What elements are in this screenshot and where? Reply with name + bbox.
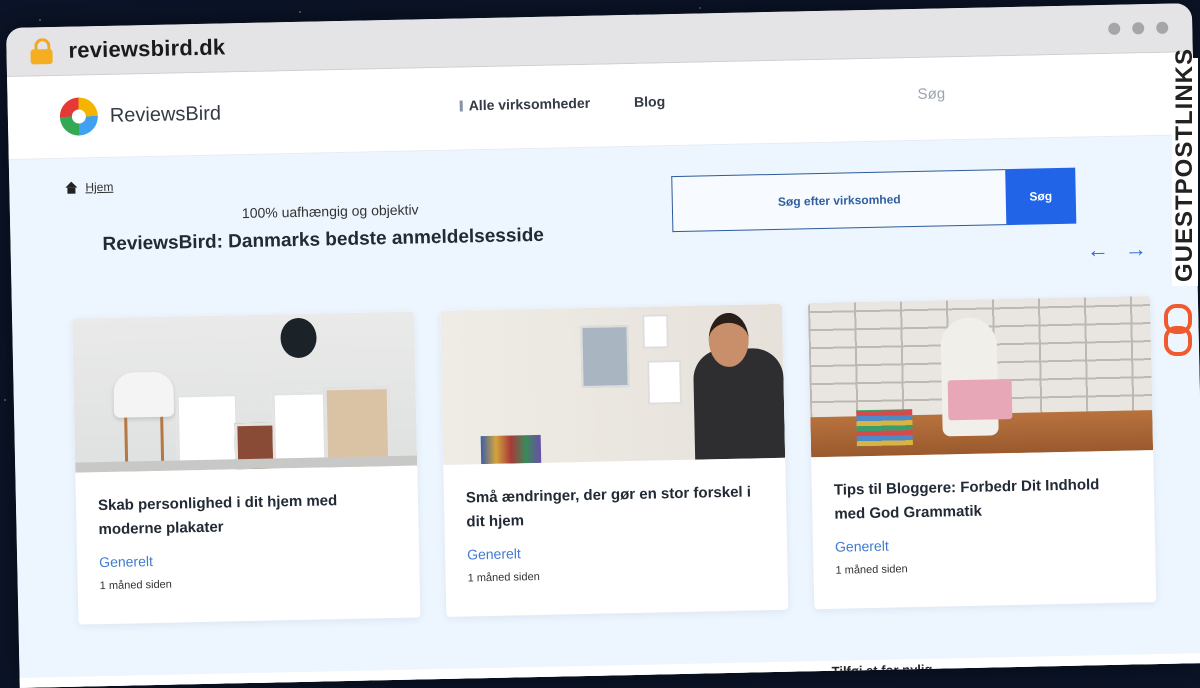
blog-card[interactable]: Tips til Bloggere: Forbedr Dit Indhold m…	[807, 296, 1157, 610]
card-title[interactable]: Tips til Bloggere: Forbedr Dit Indhold m…	[834, 472, 1135, 528]
main-nav: Alle virksomheder Blog	[459, 93, 665, 114]
watermark-text: GUESTPOSTLINKS	[1171, 48, 1198, 286]
window-dot-icon[interactable]	[1108, 22, 1121, 35]
next-section	[19, 653, 1200, 688]
carousel-arrows: ← →	[1087, 236, 1148, 263]
card-image	[440, 303, 786, 465]
chain-link-icon	[1160, 302, 1192, 356]
watermark: GUESTPOSTLINKS	[1152, 48, 1198, 360]
card-timestamp: 1 måned siden	[835, 563, 908, 577]
company-search: Søg	[671, 167, 1077, 233]
card-image	[807, 296, 1154, 458]
blog-card[interactable]: Skab personlighed i dit hjem med moderne…	[72, 311, 421, 625]
lock-icon	[30, 38, 53, 65]
page-title: ReviewsBird: Danmarks bedste anmeldelses…	[102, 224, 545, 256]
nav-blog[interactable]: Blog	[634, 93, 665, 110]
search-button[interactable]: Søg	[1005, 167, 1077, 226]
menu-bar-icon	[459, 99, 463, 112]
card-image	[72, 311, 418, 473]
window-dot-icon[interactable]	[1156, 21, 1169, 34]
section-heading: Tilføj et for nylig	[831, 661, 933, 679]
card-timestamp: 1 måned siden	[467, 570, 540, 585]
card-title[interactable]: Skab personlighed i dit hjem med moderne…	[98, 488, 399, 544]
card-category[interactable]: Generelt	[99, 548, 399, 570]
logo-text: ReviewsBird	[109, 102, 222, 127]
header-search-link[interactable]: Søg	[917, 85, 945, 103]
window-dot-icon[interactable]	[1132, 22, 1145, 35]
hero-section: Hjem 100% uafhængig og objektiv ReviewsB…	[8, 135, 1200, 688]
nav-label: Blog	[633, 93, 666, 110]
blog-card[interactable]: Små ændringer, der gør en stor forskel i…	[440, 303, 789, 617]
browser-window: reviewsbird.dk ReviewsBird Alle virksomh…	[6, 3, 1200, 688]
bird-logo-icon	[59, 97, 99, 136]
search-input[interactable]	[671, 169, 1007, 233]
card-category[interactable]: Generelt	[835, 532, 1135, 555]
site-logo[interactable]: ReviewsBird	[59, 95, 221, 136]
breadcrumb: Hjem	[65, 180, 113, 195]
arrow-right-icon[interactable]: →	[1125, 236, 1148, 262]
nav-all-companies[interactable]: Alle virksomheder	[459, 94, 591, 114]
breadcrumb-home[interactable]: Hjem	[85, 180, 113, 195]
tagline: 100% uafhængig og objektiv	[241, 201, 419, 222]
card-timestamp: 1 måned siden	[99, 578, 172, 593]
card-category[interactable]: Generelt	[467, 540, 767, 562]
arrow-left-icon[interactable]: ←	[1087, 237, 1110, 263]
url-text[interactable]: reviewsbird.dk	[68, 34, 225, 63]
window-controls	[1108, 21, 1169, 35]
card-title[interactable]: Små ændringer, der gør en stor forskel i…	[466, 480, 767, 536]
home-icon	[65, 182, 77, 194]
nav-label: Alle virksomheder	[468, 94, 591, 114]
blog-cards: Skab personlighed i dit hjem med moderne…	[72, 296, 1157, 625]
